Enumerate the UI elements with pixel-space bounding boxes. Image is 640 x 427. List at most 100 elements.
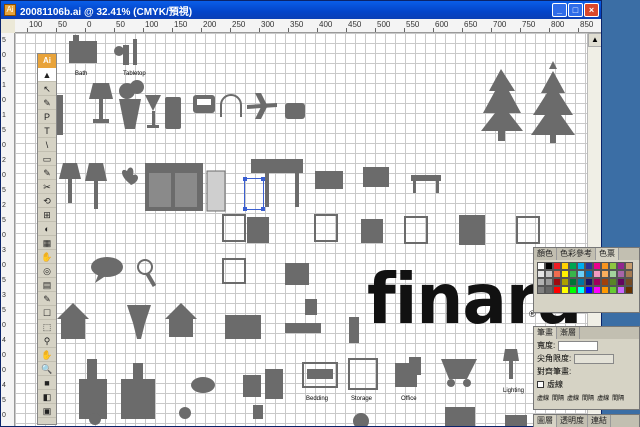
tool-button-0[interactable]: ▲: [38, 68, 56, 82]
tool-button-17[interactable]: ☐: [38, 306, 56, 320]
color-swatch[interactable]: [609, 270, 617, 278]
tool-button-7[interactable]: ✎: [38, 166, 56, 180]
color-swatch[interactable]: [617, 278, 625, 286]
color-swatch[interactable]: [625, 262, 633, 270]
color-swatch[interactable]: [537, 262, 545, 270]
color-swatch[interactable]: [625, 278, 633, 286]
artboard-canvas[interactable]: Bath Tabletop Lighting Bedding Storage O…: [15, 33, 587, 427]
color-swatch[interactable]: [569, 262, 577, 270]
tab-transparency[interactable]: 透明度: [557, 415, 588, 427]
tab-layers[interactable]: 圖層: [534, 415, 557, 427]
tool-button-10[interactable]: ⊞: [38, 208, 56, 222]
color-swatch[interactable]: [585, 286, 593, 294]
color-swatch[interactable]: [601, 278, 609, 286]
color-swatch[interactable]: [609, 278, 617, 286]
color-swatch[interactable]: [545, 262, 553, 270]
color-swatch[interactable]: [593, 262, 601, 270]
color-swatch[interactable]: [593, 286, 601, 294]
close-button[interactable]: ×: [584, 3, 599, 17]
color-swatch[interactable]: [585, 270, 593, 278]
tool-button-9[interactable]: ⟲: [38, 194, 56, 208]
miter-limit-input[interactable]: [574, 353, 615, 364]
color-swatch[interactable]: [617, 270, 625, 278]
color-swatch[interactable]: [601, 262, 609, 270]
tab-color[interactable]: 顏色: [534, 248, 557, 260]
color-swatch[interactable]: [537, 286, 545, 294]
title-bar[interactable]: Ai 20081106b.ai @ 32.41% (CMYK/預視) _ □ ×: [1, 1, 601, 19]
maximize-button[interactable]: □: [568, 3, 583, 17]
color-swatch[interactable]: [553, 270, 561, 278]
dashed-line-checkbox[interactable]: [537, 381, 544, 388]
tool-button-16[interactable]: ✎: [38, 292, 56, 306]
color-swatch[interactable]: [577, 286, 585, 294]
color-swatch[interactable]: [625, 286, 633, 294]
artwork-icons[interactable]: [15, 33, 587, 427]
color-swatch[interactable]: [609, 286, 617, 294]
ruler-tick: [491, 28, 492, 32]
tool-button-22[interactable]: ■: [38, 376, 56, 390]
color-swatch[interactable]: [617, 262, 625, 270]
color-swatch[interactable]: [537, 278, 545, 286]
vertical-ruler[interactable]: 50510150205250305350400450: [1, 33, 15, 426]
tab-links[interactable]: 連結: [588, 415, 611, 427]
tool-button-20[interactable]: ✋: [38, 348, 56, 362]
color-swatch[interactable]: [577, 270, 585, 278]
dash-gap-label: 間隔: [552, 396, 565, 402]
tool-button-13[interactable]: ✋: [38, 250, 56, 264]
color-swatch[interactable]: [593, 278, 601, 286]
color-swatch[interactable]: [577, 278, 585, 286]
tool-button-24[interactable]: ▣: [38, 404, 56, 418]
color-swatch[interactable]: [609, 262, 617, 270]
color-swatch[interactable]: [601, 286, 609, 294]
tab-swatches[interactable]: 色票: [596, 248, 619, 260]
tool-button-15[interactable]: ▤: [38, 278, 56, 292]
color-swatch[interactable]: [569, 286, 577, 294]
tool-button-18[interactable]: ⬚: [38, 320, 56, 334]
tool-button-2[interactable]: ✎: [38, 96, 56, 110]
stroke-panel-tabs: 筆畫 漸層: [534, 327, 639, 339]
bed-icon: [145, 163, 203, 211]
leaf-icon: [122, 167, 138, 185]
scroll-up-arrow-icon[interactable]: ▲: [588, 33, 601, 47]
color-swatch[interactable]: [601, 270, 609, 278]
color-swatch[interactable]: [537, 270, 545, 278]
color-swatch[interactable]: [561, 262, 569, 270]
tool-button-11[interactable]: ◐: [38, 222, 56, 236]
color-swatch[interactable]: [545, 270, 553, 278]
tab-color-guide[interactable]: 色彩參考: [557, 248, 596, 260]
tab-gradient[interactable]: 漸層: [557, 327, 580, 339]
stroke-weight-input[interactable]: [558, 340, 599, 351]
color-swatch[interactable]: [569, 270, 577, 278]
color-swatch[interactable]: [545, 286, 553, 294]
tool-button-6[interactable]: ▭: [38, 152, 56, 166]
color-swatch[interactable]: [553, 278, 561, 286]
tool-button-23[interactable]: ◧: [38, 390, 56, 404]
color-swatch[interactable]: [561, 270, 569, 278]
color-swatch[interactable]: [593, 270, 601, 278]
color-swatch[interactable]: [561, 286, 569, 294]
color-swatch[interactable]: [545, 278, 553, 286]
tool-button-4[interactable]: T: [38, 124, 56, 138]
horizontal-ruler[interactable]: 100 50 0 50 100 150 200 250 300 350 400 450 500 550 60…: [15, 19, 601, 33]
selected-object-bounding-box[interactable]: [243, 177, 265, 211]
tool-button-8[interactable]: ✂: [38, 180, 56, 194]
color-swatch[interactable]: [561, 278, 569, 286]
color-swatch[interactable]: [553, 286, 561, 294]
color-swatch[interactable]: [625, 270, 633, 278]
tool-button-21[interactable]: 🔍: [38, 362, 56, 376]
tool-button-5[interactable]: \: [38, 138, 56, 152]
color-swatch[interactable]: [585, 278, 593, 286]
color-swatch[interactable]: [569, 278, 577, 286]
tool-button-1[interactable]: ↖: [38, 82, 56, 96]
tool-button-12[interactable]: ▦: [38, 236, 56, 250]
tool-button-19[interactable]: ⚲: [38, 334, 56, 348]
tool-button-3[interactable]: P: [38, 110, 56, 124]
minimize-button[interactable]: _: [552, 3, 567, 17]
color-swatch[interactable]: [585, 262, 593, 270]
color-swatch[interactable]: [577, 262, 585, 270]
color-swatch[interactable]: [617, 286, 625, 294]
color-swatch[interactable]: [553, 262, 561, 270]
office-icon: [395, 357, 421, 387]
tool-button-14[interactable]: ◎: [38, 264, 56, 278]
tab-stroke[interactable]: 筆畫: [534, 327, 557, 339]
